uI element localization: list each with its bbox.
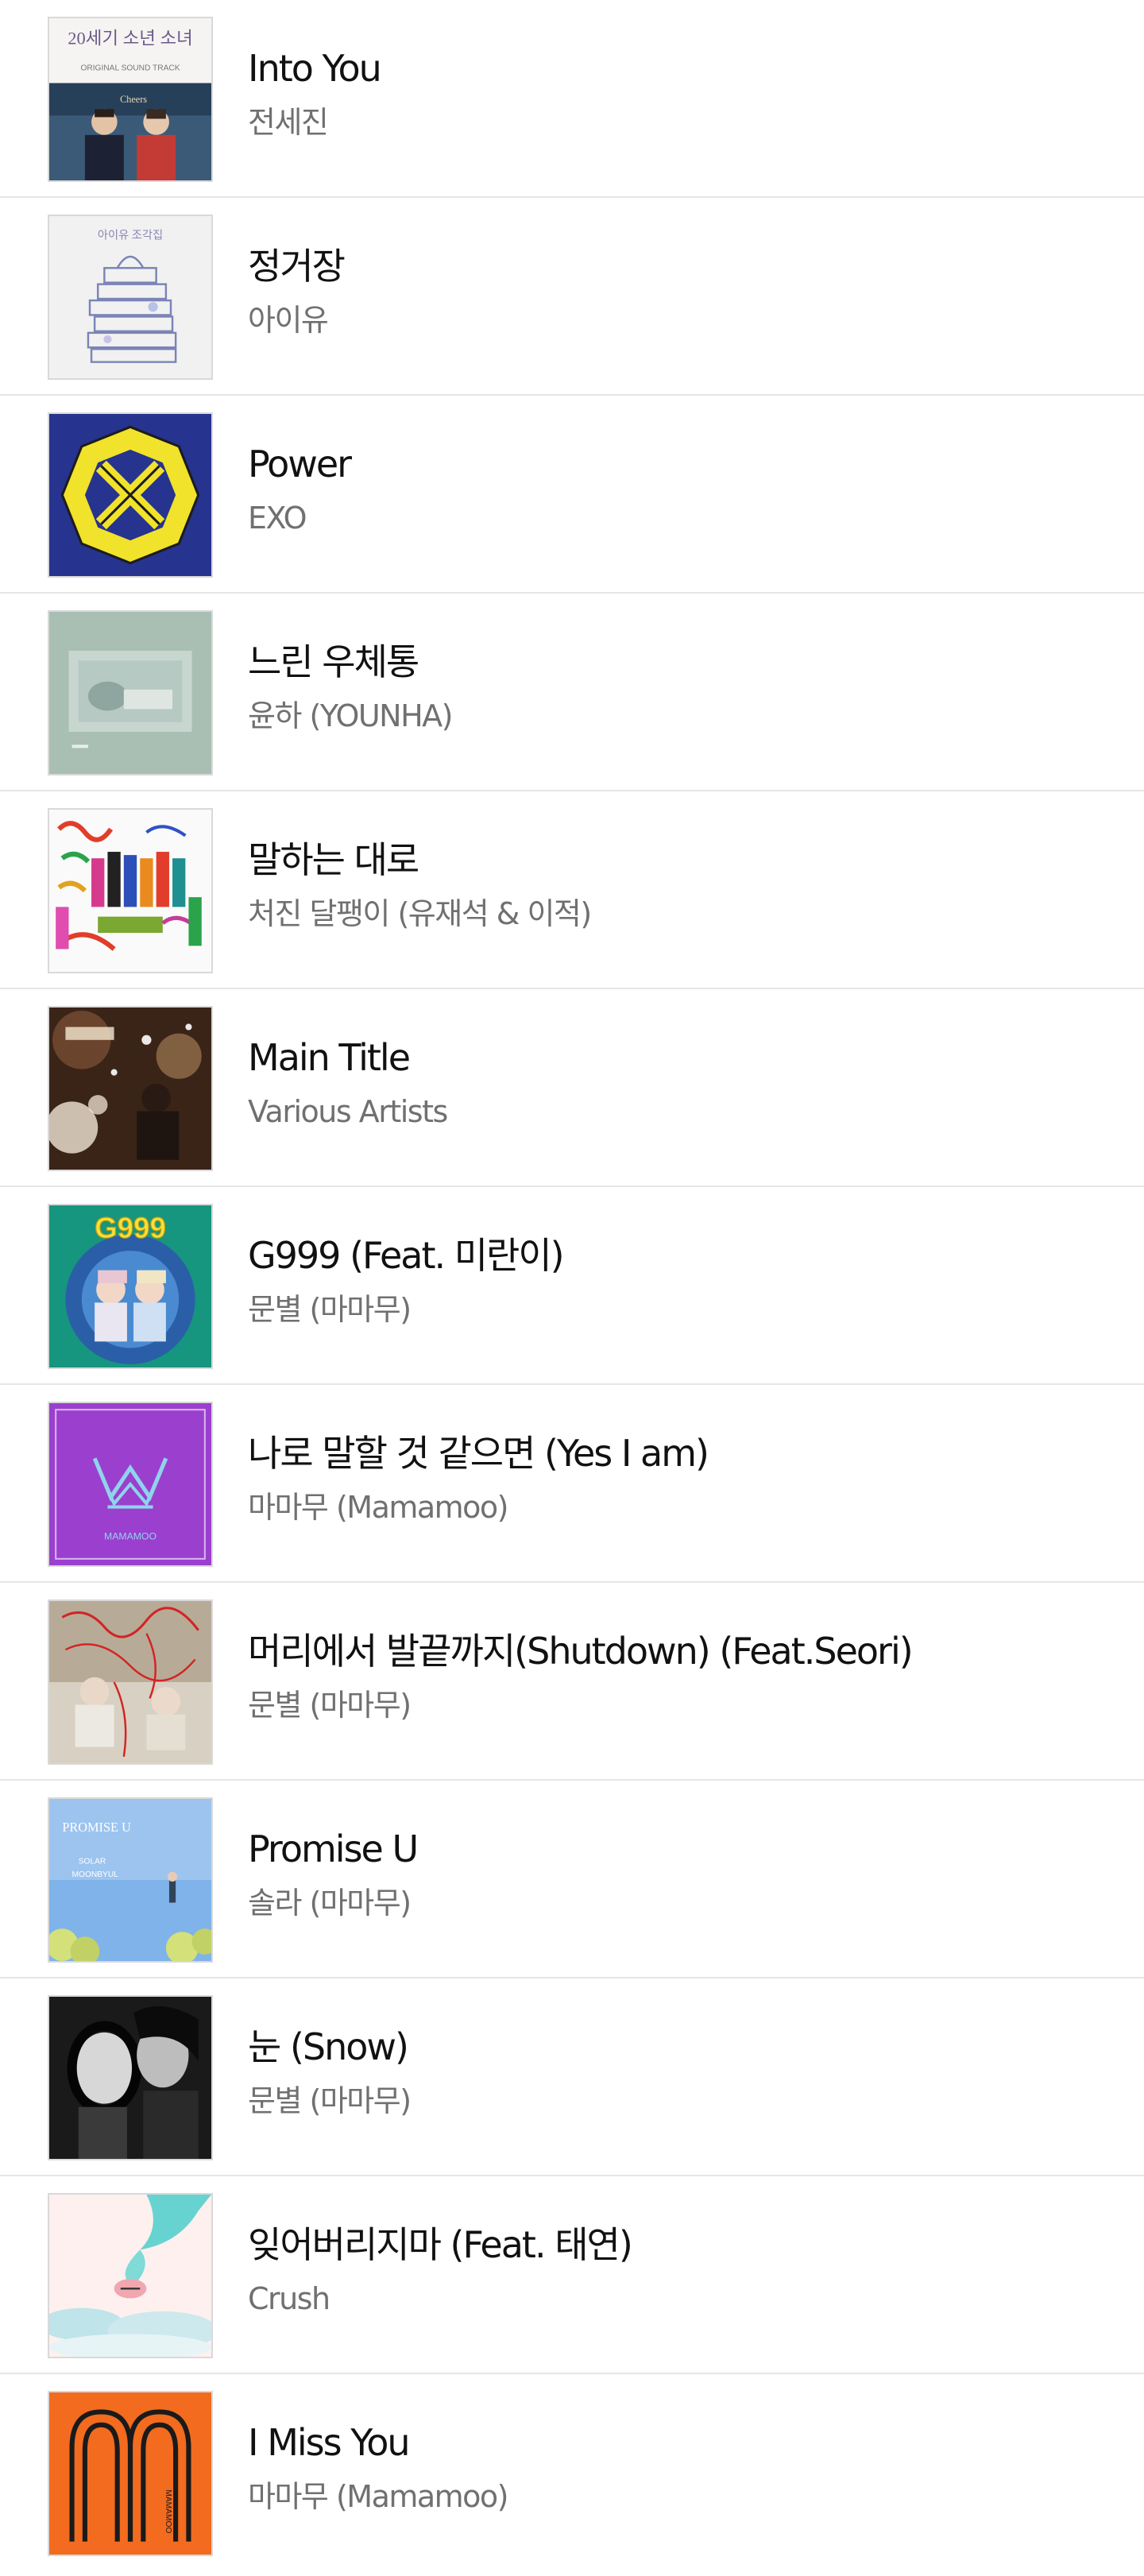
track-title: 느린 우체통 <box>248 640 419 683</box>
track-row[interactable]: MAMAMOO 나로 말할 것 같으면 (Yes I am) 마마무 (Mama… <box>0 1385 1144 1583</box>
track-title: Into You <box>248 47 382 90</box>
svg-text:MAMAMOO: MAMAMOO <box>104 1530 157 1541</box>
svg-text:Cheers: Cheers <box>120 94 147 105</box>
track-list: 20세기 소년 소녀 ORIGINAL SOUND TRACK Cheers I… <box>0 0 1144 2572</box>
track-row[interactable]: G999 G999 (Feat. 미란이) 문별 (마마무) <box>0 1187 1144 1385</box>
track-title: 잊어버리지마 (Feat. 태연) <box>248 2223 633 2266</box>
sparkle-portrait-cover-icon[interactable] <box>48 1006 213 1171</box>
track-row[interactable]: 머리에서 발끝까지(Shutdown) (Feat.Seori) 문별 (마마무… <box>0 1583 1144 1781</box>
track-artist: EXO <box>248 501 307 536</box>
g999-cover-icon[interactable]: G999 <box>48 1204 213 1369</box>
track-artist: 처진 달팽이 (유재석 & 이적) <box>248 896 592 931</box>
track-artist: 마마무 (Mamamoo) <box>248 2479 509 2514</box>
pastel-portrait-cover-icon[interactable] <box>48 610 213 776</box>
track-row[interactable]: 잊어버리지마 (Feat. 태연) Crush <box>0 2176 1144 2374</box>
track-title: G999 (Feat. 미란이) <box>248 1234 565 1277</box>
track-title: Main Title <box>248 1036 411 1079</box>
orange-m-cover-icon[interactable]: MAMAMOO <box>48 2391 213 2556</box>
track-row[interactable]: 20세기 소년 소녀 ORIGINAL SOUND TRACK Cheers I… <box>0 0 1144 198</box>
track-artist: 문별 (마마무) <box>248 2083 412 2118</box>
track-row[interactable]: Main Title Various Artists <box>0 989 1144 1187</box>
svg-text:SOLAR: SOLAR <box>79 1858 106 1866</box>
track-artist: 전세진 <box>248 105 329 140</box>
track-artist: Various Artists <box>248 1094 448 1129</box>
track-artist: 솔라 (마마무) <box>248 1886 412 1920</box>
track-title: Power <box>248 443 352 485</box>
red-scribble-cover-icon[interactable] <box>48 1599 213 1765</box>
colorful-group-cover-icon[interactable] <box>48 808 213 973</box>
track-title: 말하는 대로 <box>248 838 419 881</box>
track-title: Promise U <box>248 1828 419 1870</box>
track-row[interactable]: Power EXO <box>0 396 1144 594</box>
monochrome-portrait-cover-icon[interactable] <box>48 1995 213 2160</box>
stacked-books-cover-icon[interactable]: 아이유 조각집 <box>48 215 213 380</box>
crown-cover-icon[interactable]: MAMAMOO <box>48 1402 213 1567</box>
track-artist: 마마무 (Mamamoo) <box>248 1490 509 1525</box>
track-row[interactable]: 말하는 대로 처진 달팽이 (유재석 & 이적) <box>0 791 1144 989</box>
sky-flowers-cover-icon[interactable]: PROMISE U SOLAR MOONBYUL <box>48 1797 213 1963</box>
track-artist: 윤하 (YOUNHA) <box>248 698 454 733</box>
exo-emblem-cover-icon[interactable] <box>48 412 213 578</box>
track-title: 나로 말할 것 같으면 (Yes I am) <box>248 1432 709 1475</box>
track-row[interactable]: PROMISE U SOLAR MOONBYUL Promise U 솔라 (마… <box>0 1781 1144 1978</box>
track-row[interactable]: 느린 우체통 윤하 (YOUNHA) <box>0 594 1144 791</box>
track-row[interactable]: MAMAMOO I Miss You 마마무 (Mamamoo) <box>0 2374 1144 2572</box>
track-artist: 문별 (마마무) <box>248 1688 412 1723</box>
track-artist: Crush <box>248 2281 330 2316</box>
track-artist: 문별 (마마무) <box>248 1292 412 1327</box>
clouds-cover-icon[interactable] <box>48 2193 213 2358</box>
drama-ost-cover-icon[interactable]: 20세기 소년 소녀 ORIGINAL SOUND TRACK Cheers <box>48 17 213 182</box>
svg-text:ORIGINAL SOUND TRACK: ORIGINAL SOUND TRACK <box>80 64 180 72</box>
svg-text:PROMISE U: PROMISE U <box>62 1820 131 1835</box>
track-title: 머리에서 발끝까지(Shutdown) (Feat.Seori) <box>248 1630 914 1673</box>
svg-text:G999: G999 <box>95 1212 166 1244</box>
svg-text:MOONBYUL: MOONBYUL <box>72 1870 119 1879</box>
track-title: I Miss You <box>248 2421 410 2464</box>
track-title: 눈 (Snow) <box>248 2025 409 2068</box>
track-row[interactable]: 눈 (Snow) 문별 (마마무) <box>0 1978 1144 2176</box>
track-row[interactable]: 아이유 조각집 정거장 아이유 <box>0 198 1144 396</box>
track-title: 정거장 <box>248 245 346 288</box>
svg-text:아이유 조각집: 아이유 조각집 <box>98 229 163 242</box>
svg-text:MAMAMOO: MAMAMOO <box>164 2489 172 2533</box>
track-artist: 아이유 <box>248 303 329 338</box>
svg-text:20세기 소년 소녀: 20세기 소년 소녀 <box>68 29 192 48</box>
